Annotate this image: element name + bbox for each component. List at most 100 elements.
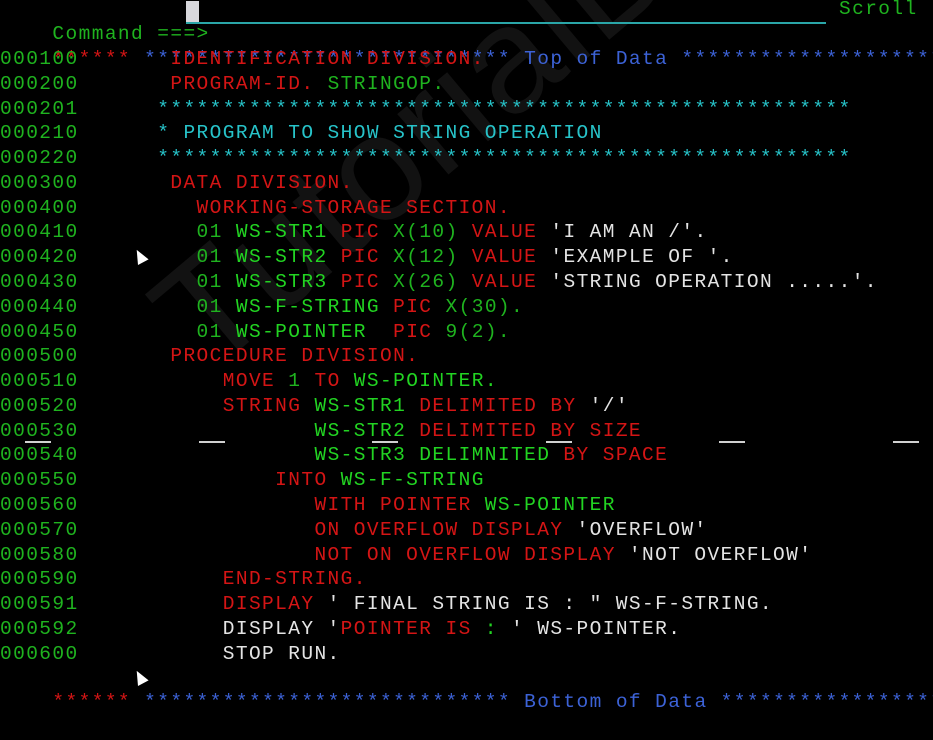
code-token: ON OVERFLOW DISPLAY xyxy=(78,518,577,541)
code-token: DELIMITED BY SIZE xyxy=(419,419,643,442)
source-line[interactable]: 000510 MOVE 1 TO WS-POINTER. xyxy=(0,369,498,394)
source-line[interactable]: 000100 IDENTIFICATION DIVISION. xyxy=(0,47,485,72)
code-token: 'I AM AN /'. xyxy=(550,221,708,244)
line-number[interactable]: 000590 xyxy=(0,568,79,590)
line-code[interactable]: DISPLAY ' FINAL STRING IS : " WS-F-STRIN… xyxy=(79,593,773,615)
line-number[interactable]: 000220 xyxy=(0,147,79,169)
line-number[interactable]: 000201 xyxy=(0,98,79,120)
line-number[interactable]: 000570 xyxy=(0,519,79,541)
line-code[interactable]: NOT ON OVERFLOW DISPLAY 'NOT OVERFLOW' xyxy=(79,544,813,566)
source-line[interactable]: 000410 01 WS-STR1 PIC X(10) VALUE 'I AM … xyxy=(0,220,708,245)
top-of-data-banner: ****** **************************** Top … xyxy=(0,22,933,70)
ispf-edit-screen: TutorialBrain Command ===> Scroll ******… xyxy=(0,0,933,713)
source-line[interactable]: 000570 ON OVERFLOW DISPLAY 'OVERFLOW' xyxy=(0,518,708,543)
line-code[interactable]: MOVE 1 TO WS-POINTER. xyxy=(79,370,498,392)
line-number[interactable]: 000530 xyxy=(0,420,79,442)
line-number[interactable]: 000100 xyxy=(0,48,79,70)
source-line[interactable]: 000592 DISPLAY 'POINTER IS : ' WS-POINTE… xyxy=(0,617,681,642)
line-code[interactable]: WORKING-STORAGE SECTION. xyxy=(79,197,511,219)
source-line[interactable]: 000500 PROCEDURE DIVISION. xyxy=(0,344,419,369)
line-code[interactable]: 01 WS-F-STRING PIC X(30). xyxy=(79,296,525,318)
banner-prefix: ****** xyxy=(52,691,132,713)
line-number[interactable]: 000580 xyxy=(0,544,79,566)
line-code[interactable]: ****************************************… xyxy=(79,98,852,120)
banner-stars-right: ******************** xyxy=(720,691,933,713)
line-code[interactable]: END-STRING. xyxy=(79,568,367,590)
code-token: 01 xyxy=(78,295,236,318)
code-token: : xyxy=(484,617,512,640)
source-line[interactable]: 000520 STRING WS-STR1 DELIMITED BY '/' xyxy=(0,394,629,419)
line-number[interactable]: 000450 xyxy=(0,321,79,343)
code-token: X(30). xyxy=(445,295,525,318)
line-code[interactable]: IDENTIFICATION DIVISION. xyxy=(79,48,485,70)
line-number[interactable]: 000560 xyxy=(0,494,79,516)
line-code[interactable]: * PROGRAM TO SHOW STRING OPERATION xyxy=(79,122,603,144)
line-number[interactable]: 000592 xyxy=(0,618,79,640)
line-number[interactable]: 000550 xyxy=(0,469,79,491)
code-token: DISPLAY xyxy=(78,593,328,616)
line-number[interactable]: 000520 xyxy=(0,395,79,417)
line-number[interactable]: 000540 xyxy=(0,444,79,466)
source-line[interactable]: 000400 WORKING-STORAGE SECTION. xyxy=(0,196,511,221)
line-code[interactable]: INTO WS-F-STRING xyxy=(79,469,485,491)
line-number[interactable]: 000430 xyxy=(0,271,79,293)
code-token: PROCEDURE DIVISION. xyxy=(78,345,420,368)
code-token: MOVE xyxy=(78,370,289,393)
line-code[interactable]: 01 WS-STR1 PIC X(10) VALUE 'I AM AN /'. xyxy=(79,221,708,243)
underline-artifact xyxy=(546,441,572,443)
line-code[interactable]: STRING WS-STR1 DELIMITED BY '/' xyxy=(79,395,629,417)
code-token: PIC xyxy=(393,295,446,318)
line-code[interactable]: PROCEDURE DIVISION. xyxy=(79,345,420,367)
command-line: Command ===> xyxy=(0,0,210,45)
line-code[interactable]: ON OVERFLOW DISPLAY 'OVERFLOW' xyxy=(79,519,708,541)
line-number[interactable]: 000500 xyxy=(0,345,79,367)
source-line[interactable]: 000530 WS-STR2 DELIMITED BY SIZE xyxy=(0,419,642,444)
line-number[interactable]: 000210 xyxy=(0,122,79,144)
source-line[interactable]: 000590 END-STRING. xyxy=(0,567,367,592)
line-number[interactable]: 000600 xyxy=(0,643,79,665)
line-code[interactable]: WS-STR2 DELIMITED BY SIZE xyxy=(79,420,642,442)
code-token: DELIMITED BY xyxy=(419,394,590,417)
code-token: POINTER IS xyxy=(340,617,485,640)
line-number[interactable]: 000440 xyxy=(0,296,79,318)
source-line[interactable]: 000550 INTO WS-F-STRING xyxy=(0,468,485,493)
line-code[interactable]: DISPLAY 'POINTER IS : ' WS-POINTER. xyxy=(79,618,682,640)
line-code[interactable]: DATA DIVISION. xyxy=(79,172,354,194)
line-number[interactable]: 000410 xyxy=(0,221,79,243)
line-code[interactable]: 01 WS-STR2 PIC X(12) VALUE 'EXAMPLE OF '… xyxy=(79,246,734,268)
scroll-label[interactable]: Scroll xyxy=(839,0,918,22)
source-line[interactable]: 000580 NOT ON OVERFLOW DISPLAY 'NOT OVER… xyxy=(0,543,812,568)
line-code[interactable]: WS-STR3 DELIMNITED BY SPACE xyxy=(79,444,669,466)
command-input[interactable] xyxy=(186,1,826,24)
source-line[interactable]: 000430 01 WS-STR3 PIC X(26) VALUE 'STRIN… xyxy=(0,270,878,295)
line-number[interactable]: 000510 xyxy=(0,370,79,392)
line-code[interactable]: 01 WS-STR3 PIC X(26) VALUE 'STRING OPERA… xyxy=(79,271,878,293)
source-line[interactable]: 000201 *********************************… xyxy=(0,97,852,122)
source-line[interactable]: 000560 WITH POINTER WS-POINTER xyxy=(0,493,616,518)
code-token: WITH POINTER xyxy=(78,494,485,517)
source-line[interactable]: 000210 * PROGRAM TO SHOW STRING OPERATIO… xyxy=(0,121,603,146)
line-number[interactable]: 000400 xyxy=(0,197,79,219)
source-line[interactable]: 000591 DISPLAY ' FINAL STRING IS : " WS-… xyxy=(0,592,773,617)
source-line[interactable]: 000440 01 WS-F-STRING PIC X(30). xyxy=(0,295,524,320)
line-number[interactable]: 000300 xyxy=(0,172,79,194)
source-line[interactable]: 000540 WS-STR3 DELIMNITED BY SPACE xyxy=(0,443,668,468)
code-token: WS-POINTER xyxy=(235,320,394,343)
code-token: X(10) xyxy=(393,221,472,244)
line-code[interactable]: 01 WS-POINTER PIC 9(2). xyxy=(79,321,511,343)
code-token: END-STRING. xyxy=(78,568,367,591)
source-line[interactable]: 000300 DATA DIVISION. xyxy=(0,171,354,196)
line-number[interactable]: 000591 xyxy=(0,593,79,615)
line-code[interactable]: ****************************************… xyxy=(79,147,852,169)
line-code[interactable]: PROGRAM-ID. STRINGOP. xyxy=(79,73,446,95)
line-code[interactable]: STOP RUN. xyxy=(79,643,341,665)
source-line[interactable]: 000200 PROGRAM-ID. STRINGOP. xyxy=(0,72,445,97)
line-code[interactable]: WITH POINTER WS-POINTER xyxy=(79,494,616,516)
code-token: * PROGRAM TO SHOW STRING OPERATION xyxy=(78,122,603,145)
source-line[interactable]: 000600 STOP RUN. xyxy=(0,642,341,667)
source-line[interactable]: 000420 01 WS-STR2 PIC X(12) VALUE 'EXAMP… xyxy=(0,245,734,270)
source-line[interactable]: 000220 *********************************… xyxy=(0,146,852,171)
line-number[interactable]: 000420 xyxy=(0,246,79,268)
line-number[interactable]: 000200 xyxy=(0,73,79,95)
source-line[interactable]: 000450 01 WS-POINTER PIC 9(2). xyxy=(0,320,511,345)
